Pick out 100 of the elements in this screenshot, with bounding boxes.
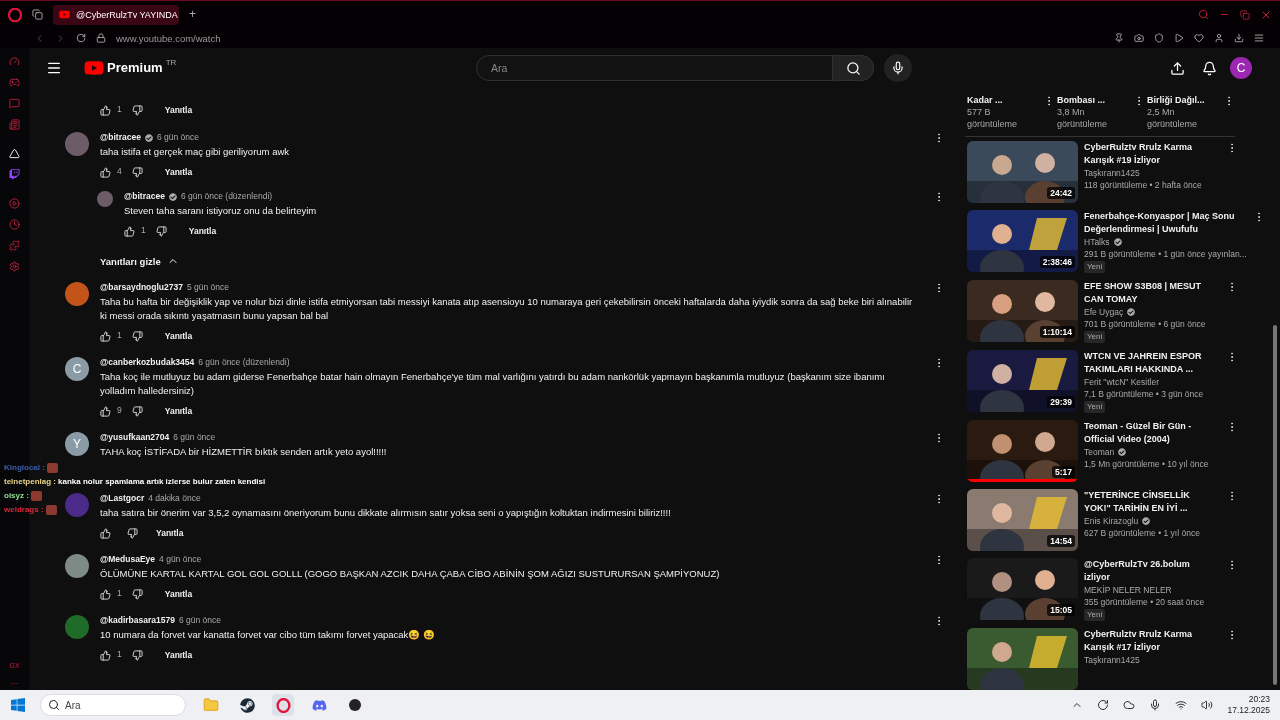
dislike-icon[interactable] bbox=[155, 225, 167, 237]
search-button[interactable] bbox=[833, 55, 874, 81]
dislike-icon[interactable] bbox=[131, 588, 143, 600]
reload-icon[interactable] bbox=[76, 33, 86, 43]
comment-author[interactable]: @canberkozbudak3454 bbox=[100, 357, 195, 369]
like-icon[interactable] bbox=[100, 588, 111, 600]
account-icon[interactable] bbox=[1214, 33, 1224, 43]
dislike-icon[interactable] bbox=[131, 330, 143, 342]
comment-time[interactable]: 6 gün önce bbox=[178, 615, 221, 627]
channel-name[interactable]: Teoman bbox=[1084, 446, 1115, 458]
like-icon[interactable] bbox=[100, 104, 111, 116]
comment-time[interactable]: 6 gün önce (düzenlendi) bbox=[180, 191, 273, 203]
heart-icon[interactable] bbox=[1194, 33, 1204, 43]
more-button[interactable]: ... bbox=[10, 676, 19, 688]
channel-name[interactable]: HTalks bbox=[1084, 236, 1110, 248]
comment-author[interactable]: @kadirbasara1579 bbox=[100, 615, 175, 627]
clock-time[interactable]: 20:23 bbox=[1248, 693, 1270, 705]
browser-tab[interactable]: @CyberRulzTv YAYINDA bbox=[53, 4, 179, 25]
scrollbar-thumb[interactable] bbox=[1273, 325, 1277, 685]
mic-button[interactable] bbox=[884, 54, 912, 82]
dislike-icon[interactable] bbox=[131, 405, 143, 417]
like-icon[interactable] bbox=[100, 405, 111, 417]
clock-icon[interactable] bbox=[9, 219, 20, 230]
comment-time[interactable]: 6 gün önce bbox=[156, 132, 199, 144]
gamepad-icon[interactable] bbox=[9, 77, 20, 88]
comment-author[interactable]: @MedusaEye bbox=[100, 554, 156, 566]
reply-button[interactable]: Yanıtla bbox=[160, 404, 197, 418]
comment-time[interactable]: 5 gün önce bbox=[186, 282, 229, 294]
dislike-icon[interactable] bbox=[131, 649, 143, 661]
video-title[interactable]: @CyberRulzTv 26.bolum izliyor bbox=[1084, 557, 1218, 584]
twitch-icon[interactable] bbox=[9, 169, 20, 180]
like-icon[interactable] bbox=[100, 649, 111, 661]
taskbar-search-field[interactable]: Ara bbox=[40, 694, 186, 716]
menu-icon[interactable] bbox=[46, 60, 62, 76]
like-icon[interactable] bbox=[100, 527, 111, 539]
comment-time[interactable]: 6 gün önce (düzenlendi) bbox=[198, 357, 290, 369]
bell-icon[interactable] bbox=[1202, 60, 1217, 76]
video-title[interactable]: Fenerbahçe-Konyaspor | Maç Sonu Değerlendirmesi | Uwufufu bbox=[1084, 209, 1247, 236]
windows-icon[interactable] bbox=[10, 697, 26, 713]
search-icon[interactable] bbox=[1198, 9, 1209, 20]
dislike-icon[interactable] bbox=[131, 104, 143, 116]
channel-name[interactable]: Taşkırann1425 bbox=[1084, 167, 1140, 179]
video-title[interactable]: Kadar ... bbox=[967, 94, 1042, 107]
comment-time[interactable]: 4 dakika önce bbox=[148, 493, 201, 505]
pin-icon[interactable] bbox=[1114, 33, 1124, 43]
like-icon[interactable] bbox=[100, 166, 111, 178]
reply-button[interactable]: Yanıtla bbox=[160, 103, 197, 117]
video-title[interactable]: Birliği Dağıl... bbox=[1147, 94, 1222, 107]
channel-name[interactable]: Enis Kirazoglu bbox=[1084, 515, 1139, 527]
video-title[interactable]: CyberRulztv Rrulz Karma Karışık #19 İzliyor bbox=[1084, 140, 1218, 167]
reply-button[interactable]: Yanıtla bbox=[160, 329, 197, 343]
hide-replies-button[interactable]: Yanıtları gizle bbox=[100, 251, 947, 271]
channel-name[interactable]: Efe Uygaç bbox=[1084, 306, 1124, 318]
tabs-icon[interactable] bbox=[32, 9, 43, 20]
like-icon[interactable] bbox=[124, 225, 135, 237]
reply-button[interactable]: Yanıtla bbox=[160, 587, 197, 601]
reply-button[interactable]: Yanıtla bbox=[160, 648, 197, 662]
comment-author[interactable]: @bitracee bbox=[100, 132, 141, 144]
comment-author[interactable]: @barsaydnoglu2737 bbox=[100, 282, 183, 294]
shield-icon[interactable] bbox=[1154, 33, 1164, 43]
triangle-icon[interactable] bbox=[9, 148, 20, 159]
upload-icon[interactable] bbox=[1170, 60, 1185, 76]
cloud-icon[interactable] bbox=[1123, 699, 1136, 711]
new-tab-button[interactable]: + bbox=[189, 6, 196, 23]
comment-time[interactable]: 4 gün önce bbox=[159, 554, 202, 566]
comment-author[interactable]: @Lastgocr bbox=[100, 493, 145, 505]
clock-date[interactable]: 17.12.2025 bbox=[1227, 705, 1270, 717]
reply-button[interactable]: Yanıtla bbox=[160, 165, 197, 179]
search-field[interactable]: Ara bbox=[476, 55, 833, 81]
network-icon[interactable] bbox=[1175, 699, 1188, 711]
dislike-icon[interactable] bbox=[127, 527, 138, 539]
video-title[interactable]: Bombası ... bbox=[1057, 94, 1132, 107]
message-icon[interactable] bbox=[9, 98, 20, 109]
youtube-logo-icon[interactable] bbox=[84, 58, 104, 78]
video-title[interactable]: WTCN VE JAHREIN ESPOR TAKIMLARI HAKKINDA ... bbox=[1084, 349, 1218, 376]
play-icon[interactable] bbox=[1174, 33, 1184, 43]
mic-icon[interactable] bbox=[1149, 699, 1162, 711]
like-icon[interactable] bbox=[100, 330, 111, 342]
comment-author[interactable]: @yusufkaan2704 bbox=[100, 432, 170, 444]
dislike-icon[interactable] bbox=[131, 166, 143, 178]
volume-icon[interactable] bbox=[1201, 699, 1214, 711]
gauge-icon[interactable] bbox=[9, 56, 20, 67]
download-icon[interactable] bbox=[1234, 33, 1244, 43]
account-avatar[interactable]: C bbox=[1230, 57, 1252, 79]
comment-author[interactable]: @bitracee bbox=[124, 191, 165, 203]
opera-logo[interactable] bbox=[8, 7, 22, 22]
sync-icon[interactable] bbox=[1097, 699, 1110, 711]
channel-name[interactable]: Ferit "wtcN" Kesitler bbox=[1084, 376, 1159, 388]
news-icon[interactable] bbox=[9, 119, 20, 130]
reply-button[interactable]: Yanıtla bbox=[152, 526, 188, 540]
video-title[interactable]: "YETERİNCE CİNSELLİK YOK!" TARİHİN EN İYİ ... bbox=[1084, 488, 1218, 515]
video-title[interactable]: EFE SHOW S3B08 | MESUT CAN TOMAY bbox=[1084, 279, 1218, 306]
video-title[interactable]: CyberRulztv Rrulz Karma Karışık #17 İzliyor bbox=[1084, 628, 1218, 654]
snapshot-icon[interactable] bbox=[1134, 33, 1144, 43]
video-title[interactable]: Teoman - Güzel Bir Gün - Official Video (2004) bbox=[1084, 419, 1218, 446]
channel-name[interactable]: Taşkırann1425 bbox=[1084, 654, 1140, 666]
channel-name[interactable]: MEKİP NELER NELER bbox=[1084, 584, 1172, 596]
address-field[interactable]: www.youtube.com/watch bbox=[116, 32, 221, 44]
opera-icon[interactable] bbox=[272, 694, 294, 716]
comment-time[interactable]: 6 gün önce bbox=[173, 432, 216, 444]
